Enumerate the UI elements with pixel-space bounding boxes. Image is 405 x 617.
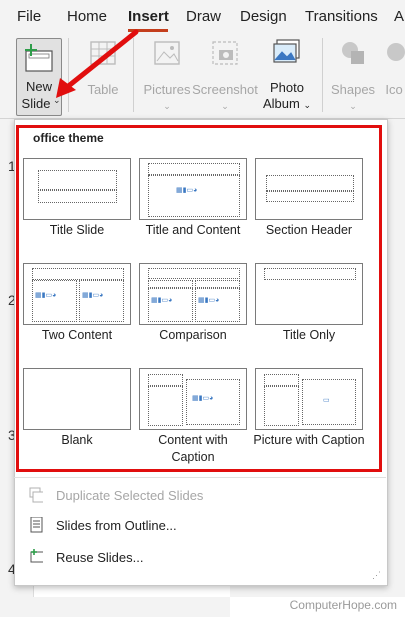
annotation-arrow-icon	[56, 29, 139, 98]
watermark: ComputerHope.com	[289, 598, 397, 612]
